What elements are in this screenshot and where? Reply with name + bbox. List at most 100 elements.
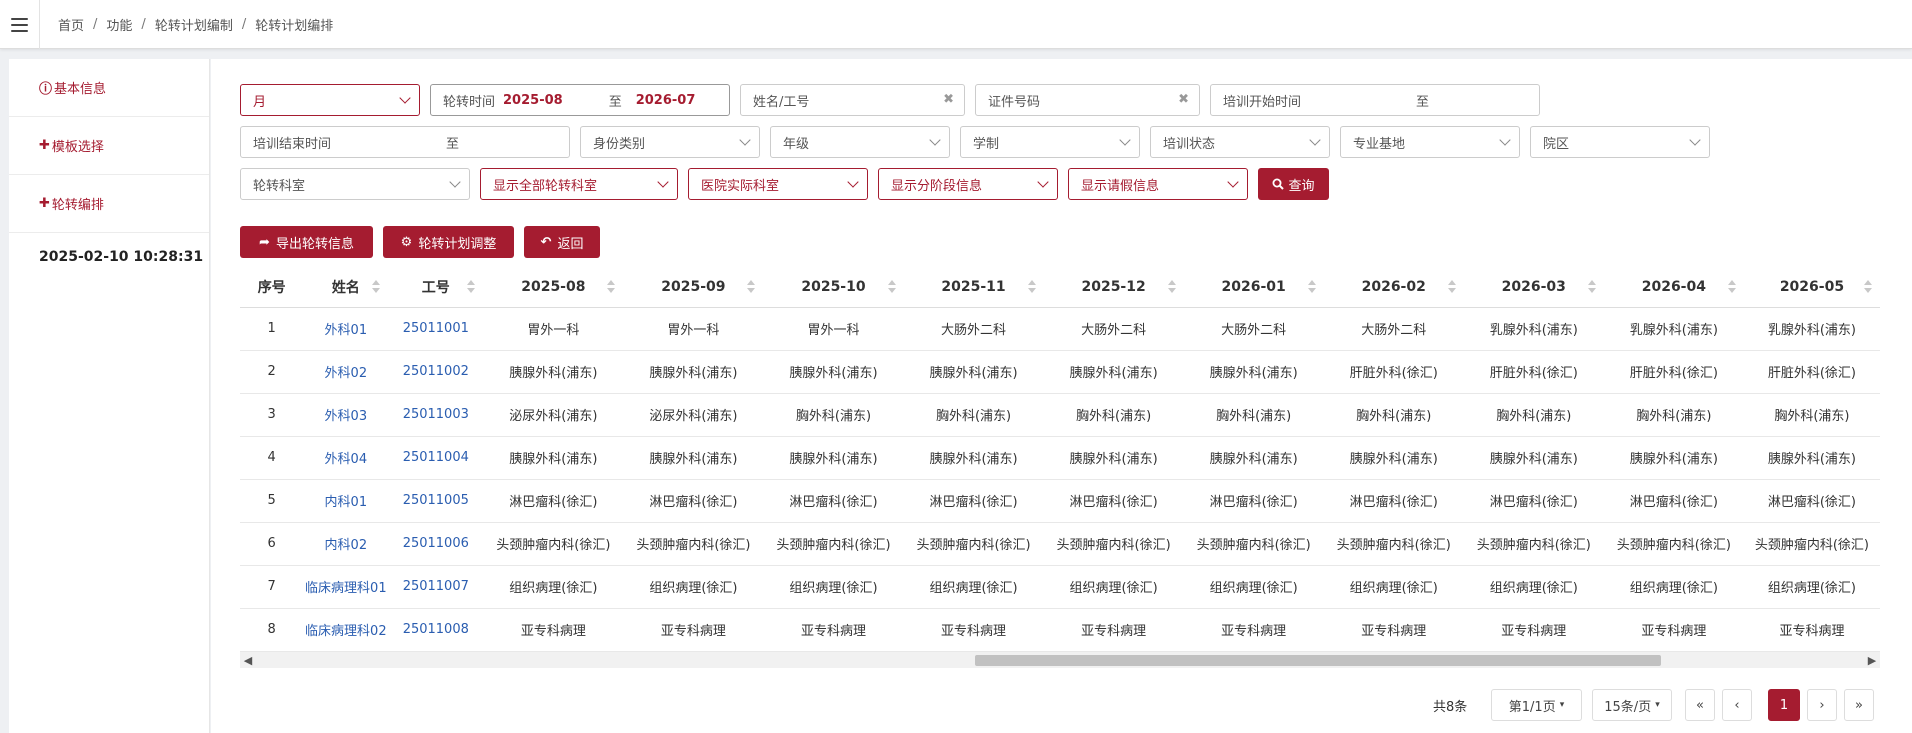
sort-icon[interactable] — [1587, 280, 1596, 294]
row-index-cell: 2 — [240, 350, 304, 394]
chevron-down-icon — [739, 134, 751, 146]
grade-select[interactable]: 年级 — [770, 126, 950, 158]
dept-cell: 淋巴瘤科(徐汇) — [1463, 479, 1604, 523]
sort-icon[interactable] — [607, 280, 616, 294]
trainee-id-link[interactable]: 25011003 — [388, 393, 484, 437]
sort-icon[interactable] — [1727, 280, 1736, 294]
prev-page-button[interactable]: ‹ — [1722, 689, 1752, 721]
dept-cell: 胰腺外科(浦东) — [1743, 436, 1880, 480]
trainee-id-link[interactable]: 25011006 — [388, 522, 484, 566]
breadcrumb-function[interactable]: 功能 — [106, 15, 132, 34]
column-header-1[interactable]: 姓名 — [303, 267, 389, 308]
idno-input[interactable]: 证件号码 ✖ — [975, 84, 1200, 116]
column-header-8[interactable]: 2026-01 — [1183, 267, 1324, 308]
sort-icon[interactable] — [747, 280, 756, 294]
clear-icon[interactable]: ✖ — [1178, 92, 1189, 107]
sort-icon[interactable] — [887, 280, 896, 294]
horizontal-scrollbar[interactable]: ◀ ▶ — [240, 652, 1880, 668]
scroll-right-icon[interactable]: ▶ — [1864, 652, 1880, 668]
trainee-name-link[interactable]: 临床病理科02 — [303, 608, 389, 652]
back-button[interactable]: ↶ 返回 — [524, 226, 600, 258]
breadcrumb-plan[interactable]: 轮转计划编制 — [155, 15, 233, 34]
per-page-select[interactable]: 15条/页 ▾ — [1592, 689, 1672, 721]
chevron-down-icon — [1227, 176, 1239, 188]
rotation-end-value[interactable]: 2026-07 — [636, 93, 696, 108]
page-select-value: 第1/1页 — [1508, 699, 1556, 715]
query-button[interactable]: 查询 — [1258, 168, 1329, 200]
first-page-button[interactable]: « — [1685, 689, 1715, 721]
trainee-name-link[interactable]: 内科01 — [303, 479, 389, 523]
trainee-id-link[interactable]: 25011004 — [388, 436, 484, 480]
hamburger-menu-icon[interactable] — [0, 0, 40, 49]
table-row: 7 临床病理科01 25011007 组织病理(徐汇) 组织病理(徐汇) 组织病理(徐汇)… — [240, 565, 1880, 609]
name-input[interactable]: 姓名/工号 ✖ — [740, 84, 965, 116]
sort-icon[interactable] — [1167, 280, 1176, 294]
last-page-button[interactable]: » — [1844, 689, 1874, 721]
trainee-id-link[interactable]: 25011001 — [388, 307, 484, 351]
column-header-0[interactable]: 序号 — [240, 267, 304, 308]
period-select[interactable]: 月 — [240, 84, 420, 116]
phase-info-select[interactable]: 显示分阶段信息 — [878, 168, 1058, 200]
sort-icon[interactable] — [1447, 280, 1456, 294]
trainee-id-link[interactable]: 25011005 — [388, 479, 484, 523]
schooling-select[interactable]: 学制 — [960, 126, 1140, 158]
column-header-label: 2025-10 — [801, 278, 866, 295]
sidebar-item-template[interactable]: ✚ 模板选择 — [9, 117, 209, 175]
column-header-11[interactable]: 2026-04 — [1603, 267, 1744, 308]
dept-select[interactable]: 轮转科室 — [240, 168, 470, 200]
show-all-dept-select[interactable]: 显示全部轮转科室 — [480, 168, 678, 200]
sidebar-item-label: 基本信息 — [54, 82, 107, 97]
campus-select[interactable]: 院区 — [1530, 126, 1710, 158]
base-select[interactable]: 专业基地 — [1340, 126, 1520, 158]
train-status-select[interactable]: 培训状态 — [1150, 126, 1330, 158]
dept-cell: 亚专科病理 — [1463, 608, 1604, 652]
column-header-6[interactable]: 2025-11 — [903, 267, 1044, 308]
column-header-10[interactable]: 2026-03 — [1463, 267, 1604, 308]
column-header-5[interactable]: 2025-10 — [763, 267, 904, 308]
column-header-3[interactable]: 2025-08 — [483, 267, 624, 308]
identity-select[interactable]: 身份类别 — [580, 126, 760, 158]
leave-info-select[interactable]: 显示请假信息 — [1068, 168, 1248, 200]
sort-icon[interactable] — [372, 280, 381, 294]
sort-icon[interactable] — [1864, 280, 1872, 294]
trainee-id-link[interactable]: 25011007 — [388, 565, 484, 609]
dept-cell: 胰腺外科(浦东) — [763, 436, 904, 480]
next-page-button[interactable]: › — [1807, 689, 1837, 721]
page-1-button[interactable]: 1 — [1768, 689, 1800, 721]
trainee-id-link[interactable]: 25011002 — [388, 350, 484, 394]
actual-dept-select[interactable]: 医院实际科室 — [688, 168, 868, 200]
sort-icon[interactable] — [1027, 280, 1036, 294]
clear-icon[interactable]: ✖ — [943, 92, 954, 107]
train-end-range[interactable]: 培训结束时间 至 — [240, 126, 570, 158]
trainee-name-link[interactable]: 内科02 — [303, 522, 389, 566]
scrollbar-thumb[interactable] — [975, 655, 1661, 666]
adjust-plan-button-label: 轮转计划调整 — [418, 236, 497, 252]
sort-icon[interactable] — [1307, 280, 1316, 294]
trainee-name-link[interactable]: 临床病理科01 — [303, 565, 389, 609]
sidebar-item-rotation[interactable]: ✚ 轮转编排 — [9, 175, 209, 233]
trainee-id-link[interactable]: 25011008 — [388, 608, 484, 652]
export-button[interactable]: ➦ 导出轮转信息 — [240, 226, 373, 258]
column-header-12[interactable]: 2026-05 — [1743, 267, 1880, 308]
sidebar-item-basic-info[interactable]: ⓘ 基本信息 — [9, 59, 209, 117]
breadcrumb-separator: / — [141, 17, 146, 32]
sort-icon[interactable] — [467, 280, 476, 294]
train-start-range[interactable]: 培训开始时间 至 — [1210, 84, 1540, 116]
dept-cell: 胸外科(浦东) — [1323, 393, 1464, 437]
trainee-name-link[interactable]: 外科02 — [303, 350, 389, 394]
adjust-plan-button[interactable]: ⚙ 轮转计划调整 — [383, 226, 514, 258]
trainee-name-link[interactable]: 外科03 — [303, 393, 389, 437]
dept-cell: 胸外科(浦东) — [903, 393, 1044, 437]
range-separator: 至 — [608, 94, 622, 110]
page-select[interactable]: 第1/1页 ▾ — [1491, 689, 1582, 721]
trainee-name-link[interactable]: 外科04 — [303, 436, 389, 480]
rotation-time-range[interactable]: 轮转时间 2025-08 至 2026-07 — [430, 84, 730, 116]
column-header-4[interactable]: 2025-09 — [623, 267, 764, 308]
trainee-name-link[interactable]: 外科01 — [303, 307, 389, 351]
column-header-7[interactable]: 2025-12 — [1043, 267, 1184, 308]
column-header-9[interactable]: 2026-02 — [1323, 267, 1464, 308]
rotation-start-value[interactable]: 2025-08 — [503, 93, 563, 108]
column-header-2[interactable]: 工号 — [388, 267, 484, 308]
scroll-left-icon[interactable]: ◀ — [240, 652, 256, 668]
breadcrumb-home[interactable]: 首页 — [58, 15, 84, 34]
